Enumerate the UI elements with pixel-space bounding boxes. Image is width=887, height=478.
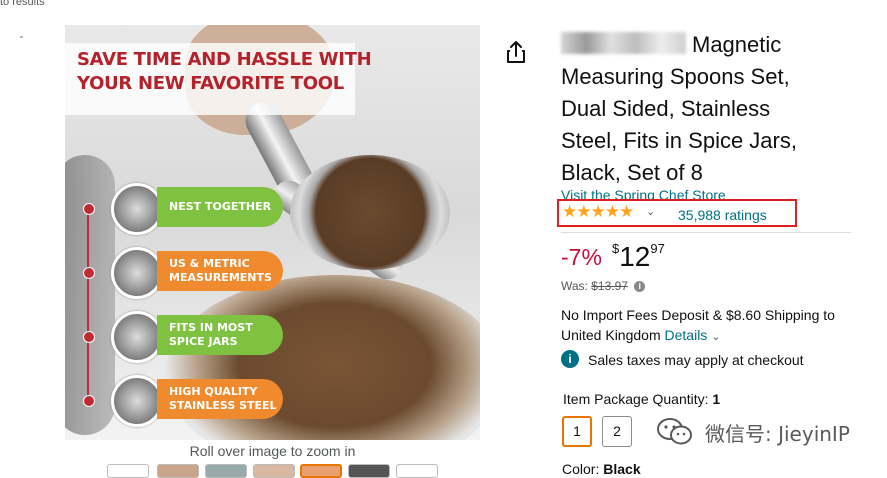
- thumbnail[interactable]: [253, 464, 295, 478]
- product-title: Magnetic Measuring Spoons Set, Dual Side…: [561, 29, 831, 189]
- feature-label: FITS IN MOST: [169, 321, 253, 334]
- sales-tax-note: Sales taxes may apply at checkout: [588, 352, 804, 368]
- stacked-spoons: [65, 155, 115, 435]
- chevron-down-icon[interactable]: ⌄: [646, 205, 655, 218]
- was-price-value: $13.97: [591, 279, 628, 293]
- divider: [561, 232, 851, 233]
- color-selector: Color: Black: [562, 461, 641, 477]
- blurred-brand: [561, 32, 686, 54]
- shipping-info: No Import Fees Deposit & $8.60 Shipping …: [561, 305, 861, 347]
- watermark-text: 微信号: JieyinIP: [705, 421, 850, 446]
- feature-image-measurements: [111, 247, 163, 299]
- feature-dot: [83, 267, 95, 279]
- feature-dot: [83, 203, 95, 215]
- feature-badge-spice-jars: FITS IN MOST SPICE JARS: [157, 315, 283, 355]
- feature-image-spice-jars: [111, 311, 163, 363]
- wechat-icon: [657, 418, 692, 445]
- feature-label: US & METRIC: [169, 257, 250, 270]
- store-link[interactable]: Visit the Spring Chef Store: [561, 187, 726, 199]
- feature-label: HIGH QUALITY: [169, 385, 258, 398]
- package-label: Item Package Quantity:: [563, 391, 709, 407]
- feature-dot: [83, 331, 95, 343]
- back-to-results-link[interactable]: to results: [0, 0, 45, 8]
- zoom-hint: Roll over image to zoom in: [189, 443, 356, 459]
- star-rating-icon[interactable]: ★★★★★: [562, 202, 634, 222]
- feature-label: STAINLESS STEEL: [169, 399, 277, 412]
- image-headline: SAVE TIME AND HASSLE WITH YOUR NEW FAVOR…: [65, 43, 372, 115]
- share-icon[interactable]: [500, 36, 532, 68]
- thumbnail[interactable]: [107, 464, 149, 478]
- feature-image-stainless: [111, 375, 163, 427]
- package-quantity-label: Item Package Quantity: 1: [563, 391, 720, 407]
- price-fraction: 97: [650, 241, 665, 256]
- ratings-count-link[interactable]: 35,988 ratings: [678, 207, 767, 223]
- watermark: 微信号: JieyinIP: [655, 416, 850, 448]
- divider-dot: [20, 36, 23, 38]
- color-label: Color:: [562, 461, 600, 477]
- feature-badge-nest: NEST TOGETHER: [157, 187, 283, 227]
- info-icon: i: [561, 350, 579, 368]
- thumbnail[interactable]: [205, 464, 247, 478]
- thumbnail-selected[interactable]: [300, 464, 342, 478]
- quantity-option[interactable]: 2: [602, 416, 632, 447]
- feature-label: NEST TOGETHER: [169, 200, 272, 213]
- price: $1297: [612, 241, 665, 273]
- thumbnail[interactable]: [396, 464, 438, 478]
- was-label: Was:: [561, 279, 588, 293]
- info-icon[interactable]: i: [634, 281, 646, 293]
- feature-label: MEASUREMENTS: [169, 271, 272, 284]
- thumbnail[interactable]: [157, 464, 199, 478]
- package-value: 1: [712, 391, 721, 407]
- color-value: Black: [603, 461, 641, 477]
- product-title-text: Magnetic Measuring Spoons Set, Dual Side…: [561, 32, 797, 185]
- main-product-image[interactable]: SAVE TIME AND HASSLE WITH YOUR NEW FAVOR…: [65, 25, 480, 440]
- discount-percent: -7%: [561, 244, 602, 270]
- details-link[interactable]: Details: [665, 327, 708, 343]
- feature-badge-stainless: HIGH QUALITY STAINLESS STEEL: [157, 379, 283, 419]
- spoon-bowl: [290, 155, 450, 270]
- feature-connector-line: [87, 203, 89, 403]
- headline-line-1: SAVE TIME AND HASSLE WITH: [77, 49, 372, 70]
- feature-dot: [83, 395, 95, 407]
- feature-badge-measurements: US & METRIC MEASUREMENTS: [157, 251, 283, 291]
- price-whole: 12: [619, 241, 651, 272]
- headline-line-2: YOUR NEW FAVORITE TOOL: [77, 73, 344, 94]
- chevron-down-icon[interactable]: ⌄: [711, 331, 720, 343]
- quantity-option-selected[interactable]: 1: [562, 416, 592, 447]
- thumbnail[interactable]: [348, 464, 390, 478]
- feature-image-nest: [111, 183, 163, 235]
- was-price: Was: $13.97 i: [561, 279, 646, 293]
- feature-label: SPICE JARS: [169, 335, 238, 348]
